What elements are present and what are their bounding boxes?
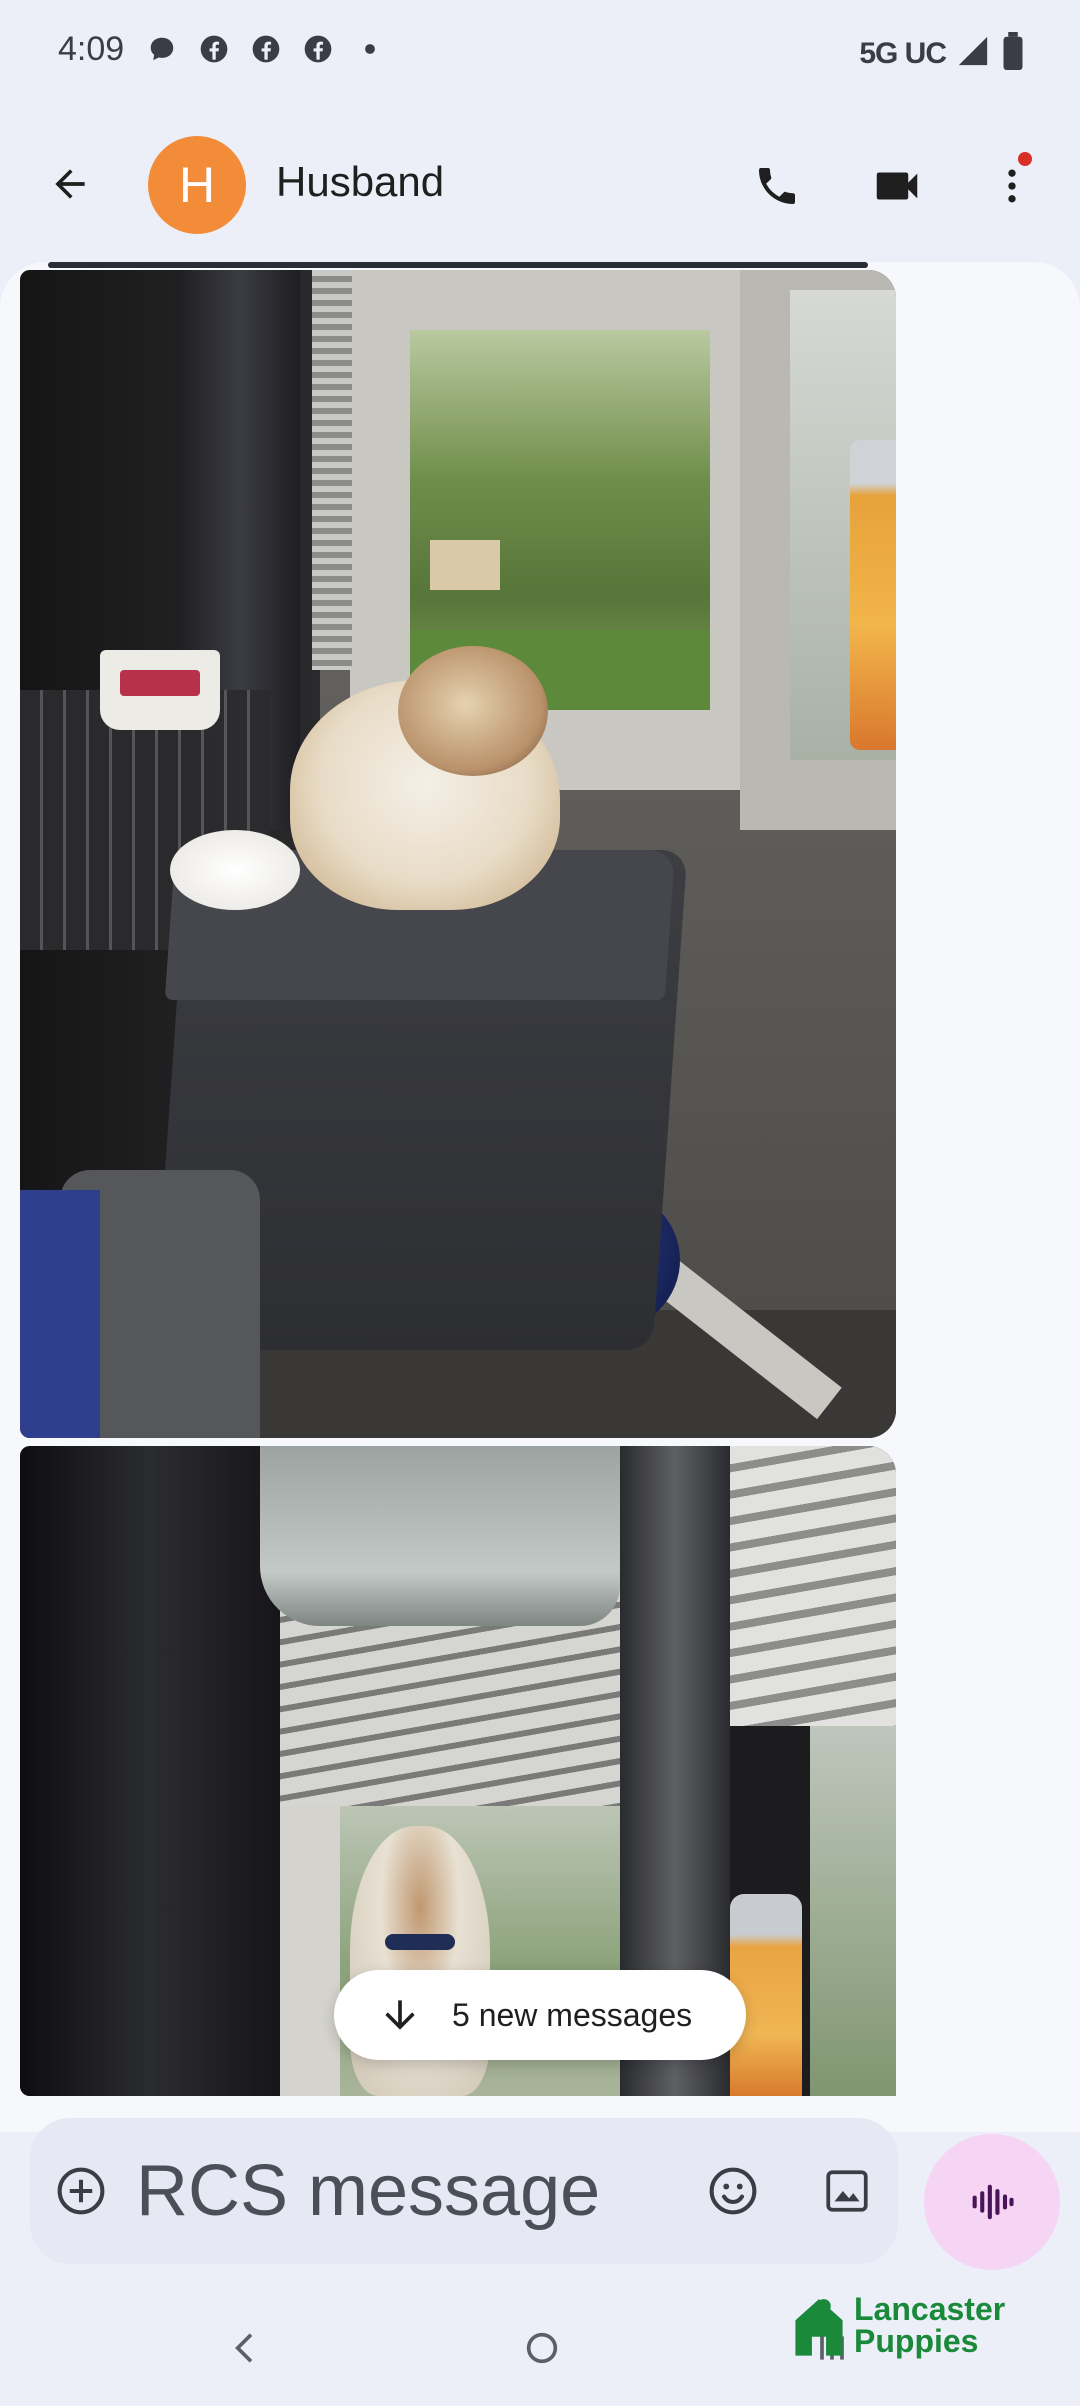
image-icon: [826, 2170, 868, 2212]
phone-icon: [759, 168, 795, 204]
status-bar: 4:09 5G UC: [0, 0, 1080, 105]
watermark-line-1: Lancaster: [854, 2291, 1006, 2327]
back-button[interactable]: [38, 152, 102, 216]
arrow-left-icon: [55, 169, 85, 199]
gallery-button[interactable]: [816, 2160, 878, 2222]
facebook-icon: [197, 32, 231, 66]
more-vert-icon: [1008, 169, 1016, 203]
screen: 4:09 5G UC H Husband 5 new messages RCS …: [0, 0, 1080, 2406]
watermark-logo: Lancaster Puppies: [790, 2288, 1060, 2362]
network-label: 5G UC: [859, 36, 947, 70]
notification-badge: [1018, 152, 1032, 166]
chat-bubble-icon: [145, 32, 179, 66]
previous-message-edge: [48, 262, 868, 268]
facebook-icon: [301, 32, 335, 66]
add-circle-icon: [57, 2167, 105, 2215]
app-bar: H Husband: [0, 120, 1080, 250]
emoji-icon: [709, 2167, 757, 2215]
more-dot-icon: [353, 32, 387, 66]
call-button[interactable]: [745, 154, 809, 218]
nav-back-icon: [235, 2333, 253, 2363]
battery-icon: [1000, 32, 1026, 75]
conversation-area[interactable]: [0, 262, 1080, 2132]
new-messages-label: 5 new messages: [452, 1996, 693, 2033]
facebook-icon: [249, 32, 283, 66]
avatar[interactable]: H: [148, 136, 246, 234]
notification-icons: [145, 32, 387, 66]
status-time: 4:09: [58, 30, 125, 68]
more-options-button[interactable]: [982, 148, 1042, 224]
video-call-button[interactable]: [862, 154, 932, 218]
message-composer: [30, 2118, 898, 2264]
house-logo-icon: [795, 2299, 843, 2356]
nav-home-icon: [526, 2332, 558, 2364]
watermark-line-2: Puppies: [854, 2323, 979, 2359]
status-right: 5G UC: [859, 32, 1026, 75]
new-messages-button[interactable]: 5 new messages: [334, 1970, 746, 2060]
add-attachment-button[interactable]: [50, 2160, 112, 2222]
video-camera-icon: [876, 172, 918, 200]
signal-icon: [956, 34, 990, 73]
message-input[interactable]: [136, 2146, 696, 2236]
nav-home-button[interactable]: [516, 2322, 568, 2374]
image-message[interactable]: [20, 270, 896, 1438]
voice-message-button[interactable]: [924, 2134, 1060, 2270]
voice-waveform-icon: [972, 2184, 1014, 2220]
emoji-button[interactable]: [702, 2160, 764, 2222]
contact-name[interactable]: Husband: [276, 158, 444, 206]
nav-back-button[interactable]: [220, 2322, 272, 2374]
arrow-down-icon: [385, 2000, 415, 2030]
